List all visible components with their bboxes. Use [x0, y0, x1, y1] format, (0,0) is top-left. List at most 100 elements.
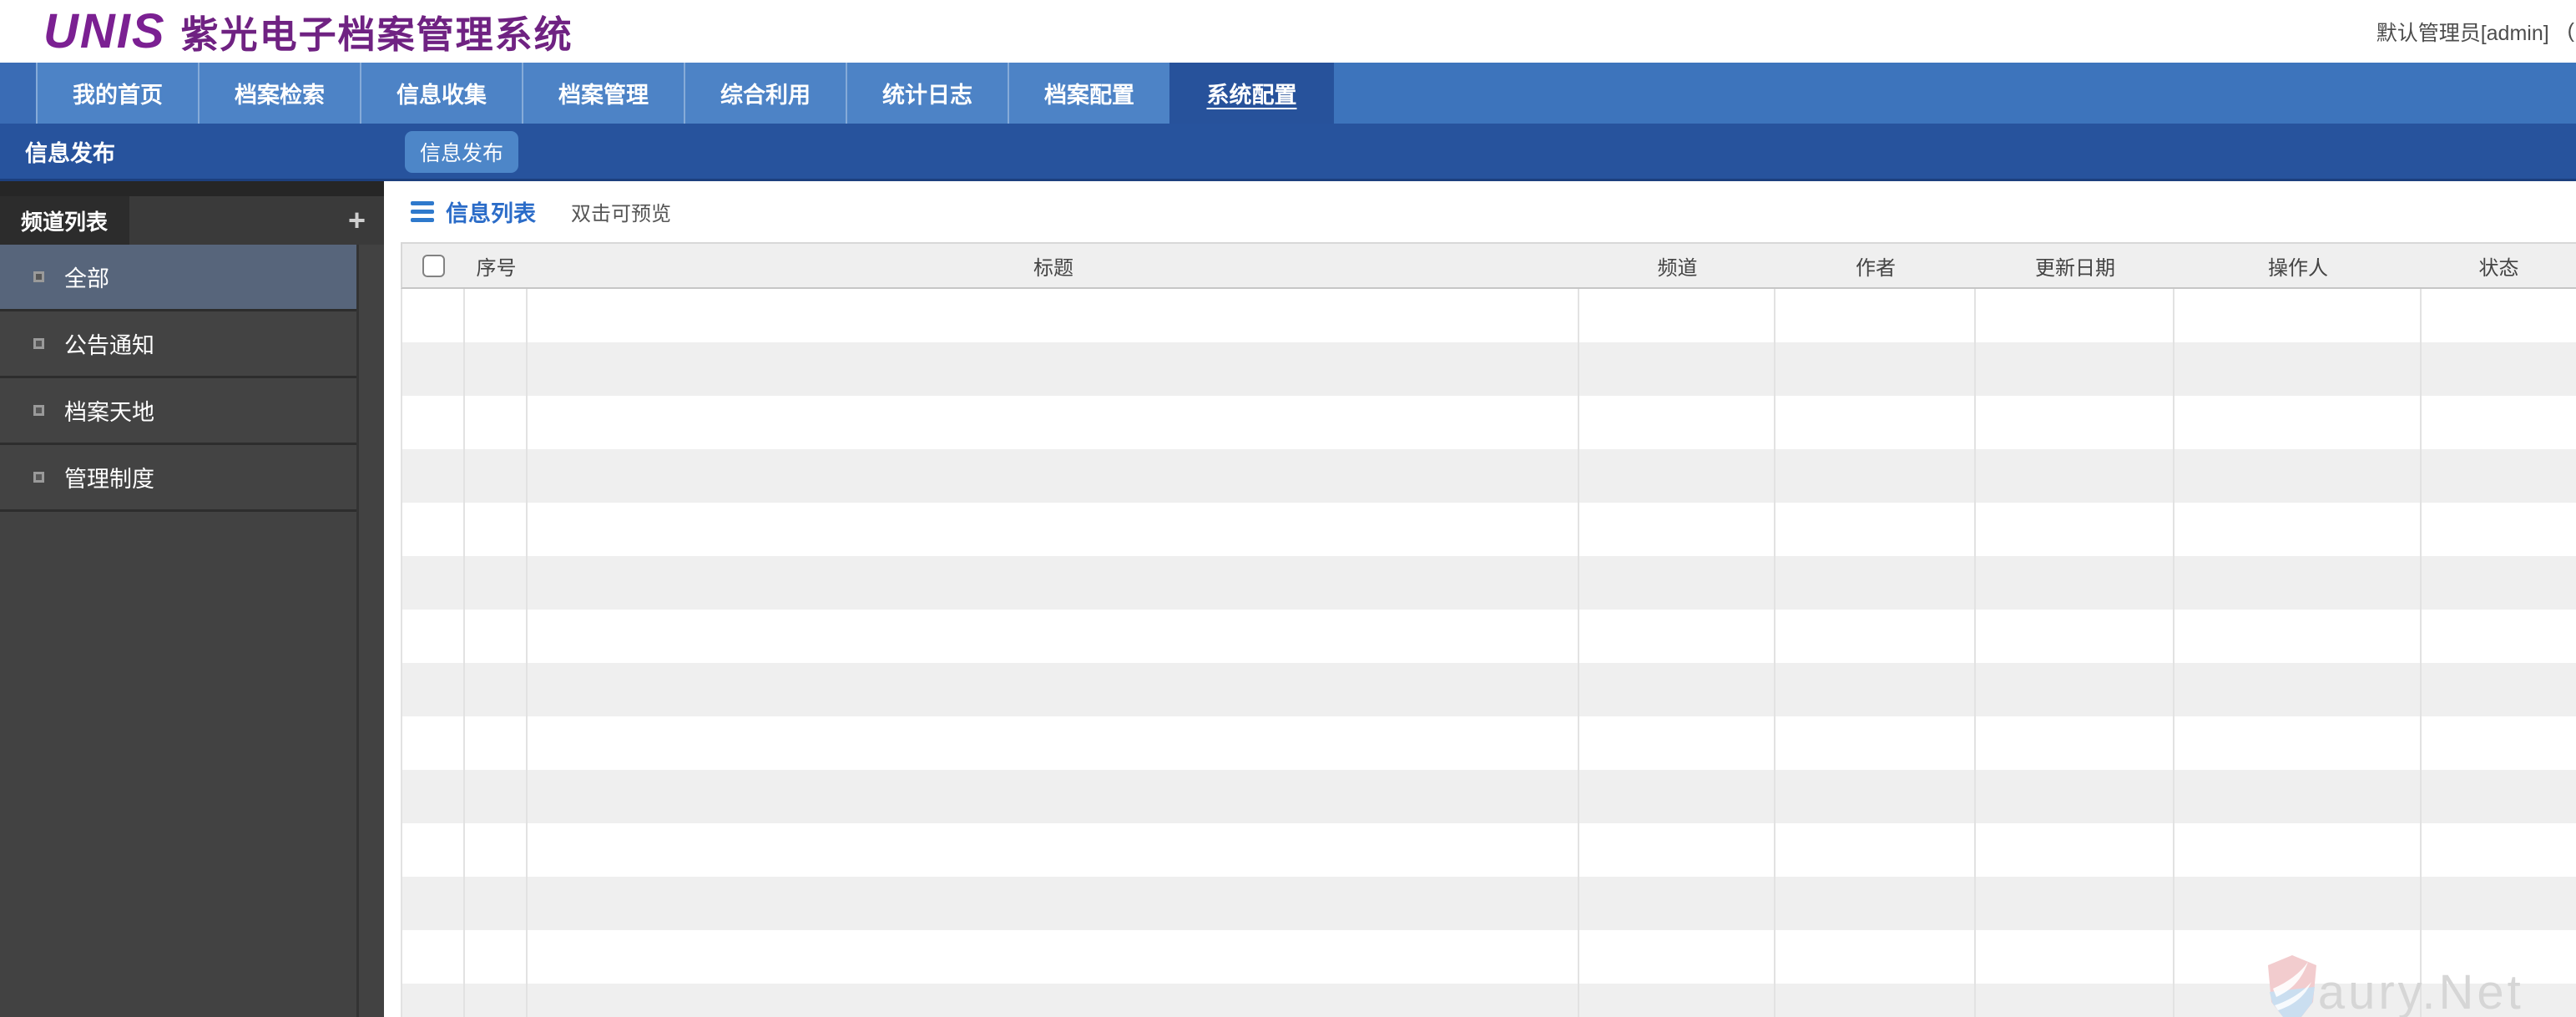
table-cell	[402, 289, 465, 342]
channel-bullet-icon	[33, 472, 44, 483]
table-cell	[465, 503, 528, 556]
table-cell	[465, 289, 528, 342]
table-cell	[1775, 716, 1976, 770]
table-cell	[1579, 610, 1775, 663]
table-cell	[2174, 716, 2422, 770]
table-cell	[2422, 716, 2576, 770]
table-cell	[2422, 770, 2576, 823]
table-row[interactable]	[402, 930, 2576, 984]
table-row[interactable]	[402, 770, 2576, 823]
col-header-status[interactable]: 状态	[2422, 244, 2576, 287]
channel-list: 全部 公告通知 档案天地 管理制度	[0, 245, 359, 1017]
table-cell	[2422, 663, 2576, 716]
col-header-operator[interactable]: 操作人	[2174, 244, 2422, 287]
nav-left-strip	[0, 63, 36, 124]
tab-system-config[interactable]: 系统配置	[1169, 63, 1334, 124]
table-cell	[2422, 984, 2576, 1017]
table-cell	[465, 877, 528, 930]
app-title: 紫光电子档案管理系统	[180, 13, 573, 56]
add-channel-icon[interactable]: +	[348, 205, 366, 235]
table-cell	[1579, 770, 1775, 823]
table-cell	[402, 556, 465, 610]
channel-bullet-icon	[33, 271, 44, 282]
col-header-title[interactable]: 标题	[528, 244, 1579, 287]
breadcrumb: 信息发布	[25, 140, 115, 166]
table-cell	[1579, 877, 1775, 930]
table-cell	[528, 449, 1579, 503]
tab-stats-log[interactable]: 统计日志	[846, 63, 1008, 124]
col-header-index[interactable]: 序号	[465, 244, 528, 287]
table-cell	[1775, 770, 1976, 823]
table-cell	[2422, 449, 2576, 503]
table-row[interactable]	[402, 877, 2576, 930]
table-cell	[402, 610, 465, 663]
user-area: 默认管理员[admin] (	[2376, 0, 2574, 63]
table-cell	[1775, 823, 1976, 877]
table-cell	[465, 930, 528, 984]
tab-comprehensive-use[interactable]: 综合利用	[684, 63, 846, 124]
table-row[interactable]	[402, 984, 2576, 1017]
table-row[interactable]	[402, 663, 2576, 716]
table-cell	[1775, 663, 1976, 716]
col-header-updated[interactable]: 更新日期	[1976, 244, 2174, 287]
sub-nav-bar: 信息发布 信息发布	[0, 124, 2576, 181]
table-row[interactable]	[402, 716, 2576, 770]
table-cell	[1976, 342, 2174, 396]
table-cell	[1976, 610, 2174, 663]
table-cell	[1579, 556, 1775, 610]
table-cell	[2422, 610, 2576, 663]
logout-link-cut[interactable]: (	[2568, 19, 2574, 43]
table-cell	[1976, 984, 2174, 1017]
info-publish-button[interactable]: 信息发布	[405, 131, 518, 173]
table-cell	[2174, 449, 2422, 503]
sidebar-item-announcements[interactable]: 公告通知	[0, 311, 356, 378]
table-cell	[1775, 556, 1976, 610]
table-row[interactable]	[402, 503, 2576, 556]
table-cell	[2422, 823, 2576, 877]
col-header-channel[interactable]: 频道	[1579, 244, 1775, 287]
table-row[interactable]	[402, 396, 2576, 449]
sidebar-item-management-rules[interactable]: 管理制度	[0, 445, 356, 512]
current-user-label: 默认管理员[admin]	[2376, 21, 2549, 45]
sidebar-item-label: 全部	[64, 266, 109, 291]
table-cell	[2174, 342, 2422, 396]
tab-info-collect[interactable]: 信息收集	[360, 63, 522, 124]
table-cell	[528, 984, 1579, 1017]
tab-my-home[interactable]: 我的首页	[36, 63, 198, 124]
table-cell	[1579, 930, 1775, 984]
sidebar-item-all[interactable]: 全部	[0, 245, 356, 311]
table-cell	[1579, 342, 1775, 396]
tab-archive-search[interactable]: 档案检索	[198, 63, 360, 124]
table-cell	[1579, 716, 1775, 770]
table-cell	[1775, 610, 1976, 663]
table-row[interactable]	[402, 289, 2576, 342]
col-header-author[interactable]: 作者	[1775, 244, 1976, 287]
tab-archive-manage[interactable]: 档案管理	[522, 63, 684, 124]
table-cell	[465, 556, 528, 610]
table-cell	[2174, 556, 2422, 610]
table-cell	[2174, 396, 2422, 449]
channel-list-title: 频道列表	[0, 196, 129, 245]
table-cell	[402, 930, 465, 984]
table-row[interactable]	[402, 556, 2576, 610]
sidebar-item-archive-world[interactable]: 档案天地	[0, 378, 356, 445]
tab-archive-config[interactable]: 档案配置	[1008, 63, 1169, 124]
table-cell	[2174, 289, 2422, 342]
table-cell	[1579, 289, 1775, 342]
table-cell	[528, 610, 1579, 663]
table-row[interactable]	[402, 823, 2576, 877]
table-cell	[2174, 984, 2422, 1017]
table-row[interactable]	[402, 342, 2576, 396]
select-all-checkbox[interactable]	[422, 254, 445, 277]
table-row[interactable]	[402, 610, 2576, 663]
table-cell	[2422, 342, 2576, 396]
table-cell	[2422, 396, 2576, 449]
table-cell	[1775, 877, 1976, 930]
sidebar-item-label: 公告通知	[64, 333, 154, 358]
table-cell	[1579, 396, 1775, 449]
double-click-hint: 双击可预览	[571, 203, 671, 225]
table-cell	[528, 716, 1579, 770]
table-row[interactable]	[402, 449, 2576, 503]
table-cell	[2422, 503, 2576, 556]
table-cell	[465, 396, 528, 449]
